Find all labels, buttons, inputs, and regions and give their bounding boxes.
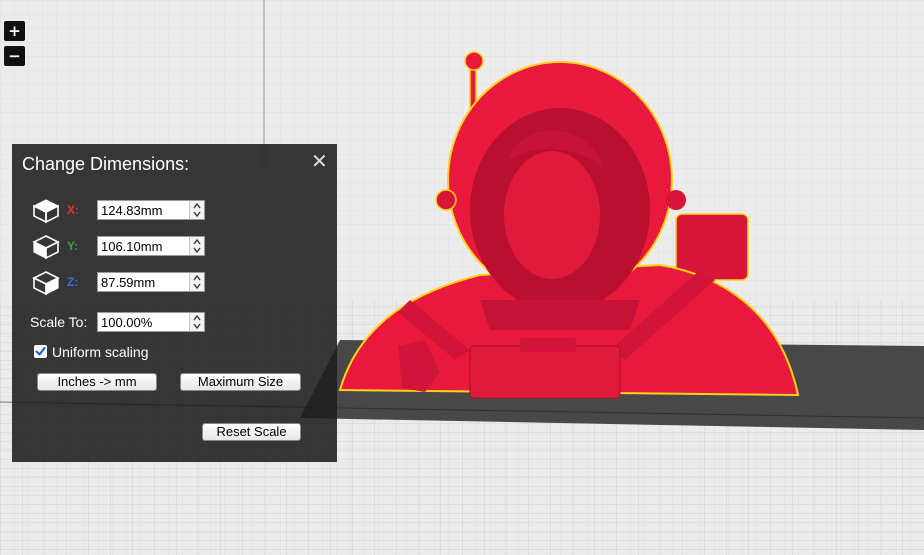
uniform-scaling-checkbox[interactable] [34, 345, 47, 358]
chevron-down-icon[interactable] [192, 210, 202, 218]
cube-x-icon [32, 199, 60, 224]
cube-y-icon [32, 235, 60, 260]
zoom-out-button[interactable]: − [4, 46, 25, 66]
close-icon[interactable]: ✕ [311, 151, 328, 171]
checkmark-icon [35, 346, 46, 356]
scale-to-label: Scale To: [30, 314, 88, 330]
y-dimension-stepper[interactable] [97, 236, 205, 256]
scale-input[interactable] [98, 313, 190, 331]
axis-y-label: Y: [67, 239, 79, 253]
y-stepper-arrows[interactable] [189, 237, 204, 255]
chevron-down-icon[interactable] [192, 246, 202, 254]
zoom-in-button[interactable]: + [4, 21, 25, 41]
change-dimensions-panel: Change Dimensions: ✕ X: Y: [12, 144, 337, 462]
chevron-down-icon[interactable] [192, 282, 202, 290]
chevron-up-icon[interactable] [192, 274, 202, 282]
y-dimension-input[interactable] [98, 237, 190, 255]
inches-to-mm-button[interactable]: Inches -> mm [37, 373, 157, 391]
axis-z-label: Z: [67, 275, 79, 289]
x-dimension-input[interactable] [98, 201, 190, 219]
maximum-size-button[interactable]: Maximum Size [180, 373, 301, 391]
z-stepper-arrows[interactable] [189, 273, 204, 291]
panel-title: Change Dimensions: [22, 154, 190, 174]
chevron-up-icon[interactable] [192, 314, 202, 322]
reset-scale-button[interactable]: Reset Scale [202, 423, 301, 441]
chevron-up-icon[interactable] [192, 202, 202, 210]
scale-stepper-arrows[interactable] [189, 313, 204, 331]
cube-z-icon [32, 271, 60, 296]
z-dimension-input[interactable] [98, 273, 190, 291]
axis-x-label: X: [67, 203, 79, 217]
x-dimension-stepper[interactable] [97, 200, 205, 220]
scale-stepper[interactable] [97, 312, 205, 332]
uniform-scaling-label: Uniform scaling [52, 344, 149, 360]
chevron-up-icon[interactable] [192, 238, 202, 246]
z-dimension-stepper[interactable] [97, 272, 205, 292]
chevron-down-icon[interactable] [192, 322, 202, 330]
x-stepper-arrows[interactable] [189, 201, 204, 219]
